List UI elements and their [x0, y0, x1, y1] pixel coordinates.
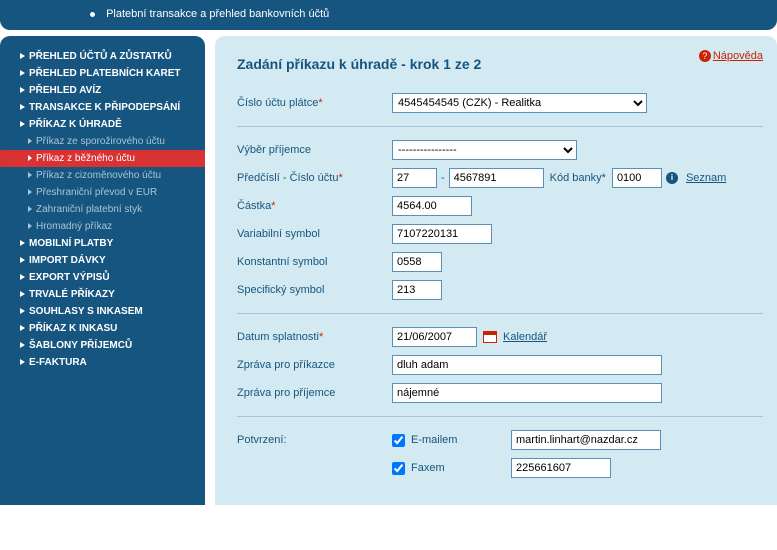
- prefix-input[interactable]: [392, 168, 437, 188]
- arrow-icon: [20, 359, 25, 365]
- label-amount: Částka*: [237, 200, 392, 212]
- arrow-icon: [28, 138, 32, 144]
- help-link[interactable]: ?Nápověda: [699, 50, 763, 62]
- label-const-symbol: Konstantní symbol: [237, 256, 392, 268]
- arrow-icon: [20, 291, 25, 297]
- question-icon: ?: [699, 50, 711, 62]
- dash-separator: -: [441, 172, 445, 184]
- label-email: E-mailem: [411, 434, 511, 446]
- arrow-icon: [20, 240, 25, 246]
- calendar-link[interactable]: Kalendář: [503, 331, 547, 343]
- seznam-link[interactable]: Seznam: [686, 172, 726, 184]
- arrow-icon: [20, 274, 25, 280]
- arrow-icon: [28, 206, 32, 212]
- arrow-icon: [20, 121, 25, 127]
- arrow-icon: [20, 104, 25, 110]
- nav-inkaso-prikaz[interactable]: PŘÍKAZ K INKASU: [0, 320, 205, 337]
- nav-sub-sporozirovy[interactable]: Příkaz ze sporožirového účtu: [0, 133, 205, 150]
- arrow-icon: [20, 257, 25, 263]
- nav-efaktura[interactable]: E-FAKTURA: [0, 354, 205, 371]
- divider: [237, 126, 763, 127]
- nav-sub-eur[interactable]: Přeshraniční převod v EUR: [0, 184, 205, 201]
- nav-sablony[interactable]: ŠABLONY PŘÍJEMCŮ: [0, 337, 205, 354]
- nav-import[interactable]: IMPORT DÁVKY: [0, 252, 205, 269]
- label-msg-payer: Zpráva pro příkazce: [237, 359, 392, 371]
- spec-symbol-input[interactable]: [392, 280, 442, 300]
- due-date-input[interactable]: [392, 327, 477, 347]
- fax-checkbox[interactable]: [392, 462, 405, 475]
- nav-prikaz-uhrade[interactable]: PŘÍKAZ K ÚHRADĚ: [0, 116, 205, 133]
- nav-inkaso-souhlas[interactable]: SOUHLASY S INKASEM: [0, 303, 205, 320]
- var-symbol-input[interactable]: [392, 224, 492, 244]
- account-input[interactable]: [449, 168, 544, 188]
- arrow-icon: [20, 70, 25, 76]
- msg-recipient-input[interactable]: [392, 383, 662, 403]
- label-fax: Faxem: [411, 462, 511, 474]
- label-recipient: Výběr příjemce: [237, 144, 392, 156]
- recipient-select[interactable]: ----------------: [392, 140, 577, 160]
- label-due-date: Datum splatnosti*: [237, 331, 392, 343]
- nav-export[interactable]: EXPORT VÝPISŮ: [0, 269, 205, 286]
- calendar-icon[interactable]: [483, 331, 497, 343]
- const-symbol-input[interactable]: [392, 252, 442, 272]
- nav-prehled-aviz[interactable]: PŘEHLED AVÍZ: [0, 82, 205, 99]
- fax-input[interactable]: [511, 458, 611, 478]
- top-header: Platební transakce a přehled bankovních …: [0, 0, 777, 30]
- nav-sub-cizomenovy[interactable]: Příkaz z cizoměnového účtu: [0, 167, 205, 184]
- arrow-icon: [20, 342, 25, 348]
- arrow-icon: [20, 53, 25, 59]
- main-content: ?Nápověda Zadání příkazu k úhradě - krok…: [215, 36, 777, 505]
- payer-account-select[interactable]: 4545454545 (CZK) - Realitka: [392, 93, 647, 113]
- nav-transakce[interactable]: TRANSAKCE K PŘIPODEPSÁNÍ: [0, 99, 205, 116]
- label-prefix-account: Předčíslí - Číslo účtu*: [237, 172, 392, 184]
- nav-prehled-karet[interactable]: PŘEHLED PLATEBNÍCH KARET: [0, 65, 205, 82]
- label-var-symbol: Variabilní symbol: [237, 228, 392, 240]
- label-bank-code: Kód banky*: [550, 172, 606, 184]
- arrow-icon: [20, 87, 25, 93]
- label-payer-account: Číslo účtu plátce*: [237, 97, 392, 109]
- info-icon: i: [666, 172, 678, 184]
- arrow-icon: [28, 223, 32, 229]
- msg-payer-input[interactable]: [392, 355, 662, 375]
- header-text: Platební transakce a přehled bankovních …: [106, 8, 329, 20]
- amount-input[interactable]: [392, 196, 472, 216]
- arrow-icon: [28, 172, 32, 178]
- nav-sub-zahranicni[interactable]: Zahraniční platební styk: [0, 201, 205, 218]
- arrow-icon: [20, 325, 25, 331]
- arrow-icon: [28, 189, 32, 195]
- divider: [237, 313, 763, 314]
- label-msg-recipient: Zpráva pro příjemce: [237, 387, 392, 399]
- nav-sub-hromadny[interactable]: Hromadný příkaz: [0, 218, 205, 235]
- bullet-icon: [90, 12, 95, 17]
- label-spec-symbol: Specifický symbol: [237, 284, 392, 296]
- nav-trvale[interactable]: TRVALÉ PŘÍKAZY: [0, 286, 205, 303]
- nav-mobilni[interactable]: MOBILNÍ PLATBY: [0, 235, 205, 252]
- nav-sub-bezny[interactable]: Příkaz z běžného účtu: [0, 150, 205, 167]
- sidebar-nav: PŘEHLED ÚČTŮ A ZŮSTATKŮ PŘEHLED PLATEBNÍ…: [0, 36, 205, 505]
- email-input[interactable]: [511, 430, 661, 450]
- label-confirmation: Potvrzení:: [237, 434, 392, 446]
- nav-prehled-uctu[interactable]: PŘEHLED ÚČTŮ A ZŮSTATKŮ: [0, 48, 205, 65]
- arrow-icon: [20, 308, 25, 314]
- arrow-icon: [28, 155, 32, 161]
- bank-code-input[interactable]: [612, 168, 662, 188]
- email-checkbox[interactable]: [392, 434, 405, 447]
- page-title: Zadání příkazu k úhradě - krok 1 ze 2: [237, 56, 763, 72]
- divider: [237, 416, 763, 417]
